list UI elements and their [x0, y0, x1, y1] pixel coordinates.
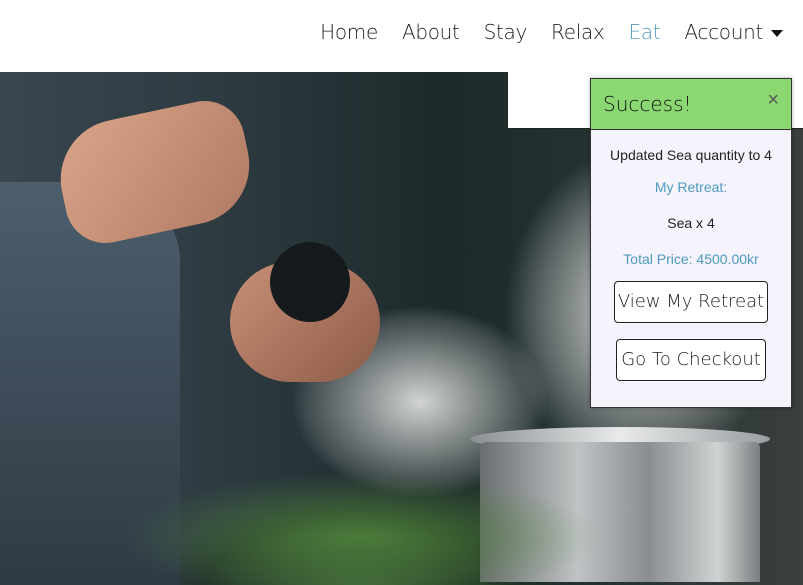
toast-title: Success!	[603, 92, 692, 116]
caret-down-icon	[771, 30, 783, 37]
nav-account-label: Account	[684, 20, 763, 44]
toast-message: Updated Sea quantity to 4	[610, 147, 772, 163]
go-to-checkout-button[interactable]: Go To Checkout	[616, 339, 766, 381]
retreat-item: Sea x 4	[667, 215, 715, 231]
nav-account-dropdown[interactable]: Account	[684, 20, 783, 44]
nav-eat-link[interactable]: Eat	[629, 20, 661, 44]
hero-ladle	[270, 242, 350, 322]
nav-relax-link[interactable]: Relax	[551, 20, 605, 44]
total-price: Total Price: 4500.00kr	[623, 251, 759, 267]
success-toast: Success! × Updated Sea quantity to 4 My …	[590, 78, 792, 408]
toast-header: Success! ×	[591, 79, 791, 130]
nav-stay-link[interactable]: Stay	[484, 20, 528, 44]
view-my-retreat-button[interactable]: View My Retreat	[614, 281, 768, 323]
navbar: Home About Stay Relax Eat Account	[0, 0, 803, 72]
close-icon[interactable]: ×	[767, 89, 779, 112]
nav-home-link[interactable]: Home	[320, 20, 378, 44]
nav-list: Home About Stay Relax Eat Account	[296, 20, 783, 44]
toast-body: Updated Sea quantity to 4 My Retreat: Se…	[591, 147, 791, 381]
hero-hand	[49, 93, 261, 251]
nav-about-link[interactable]: About	[402, 20, 460, 44]
retreat-label: My Retreat:	[654, 179, 728, 195]
